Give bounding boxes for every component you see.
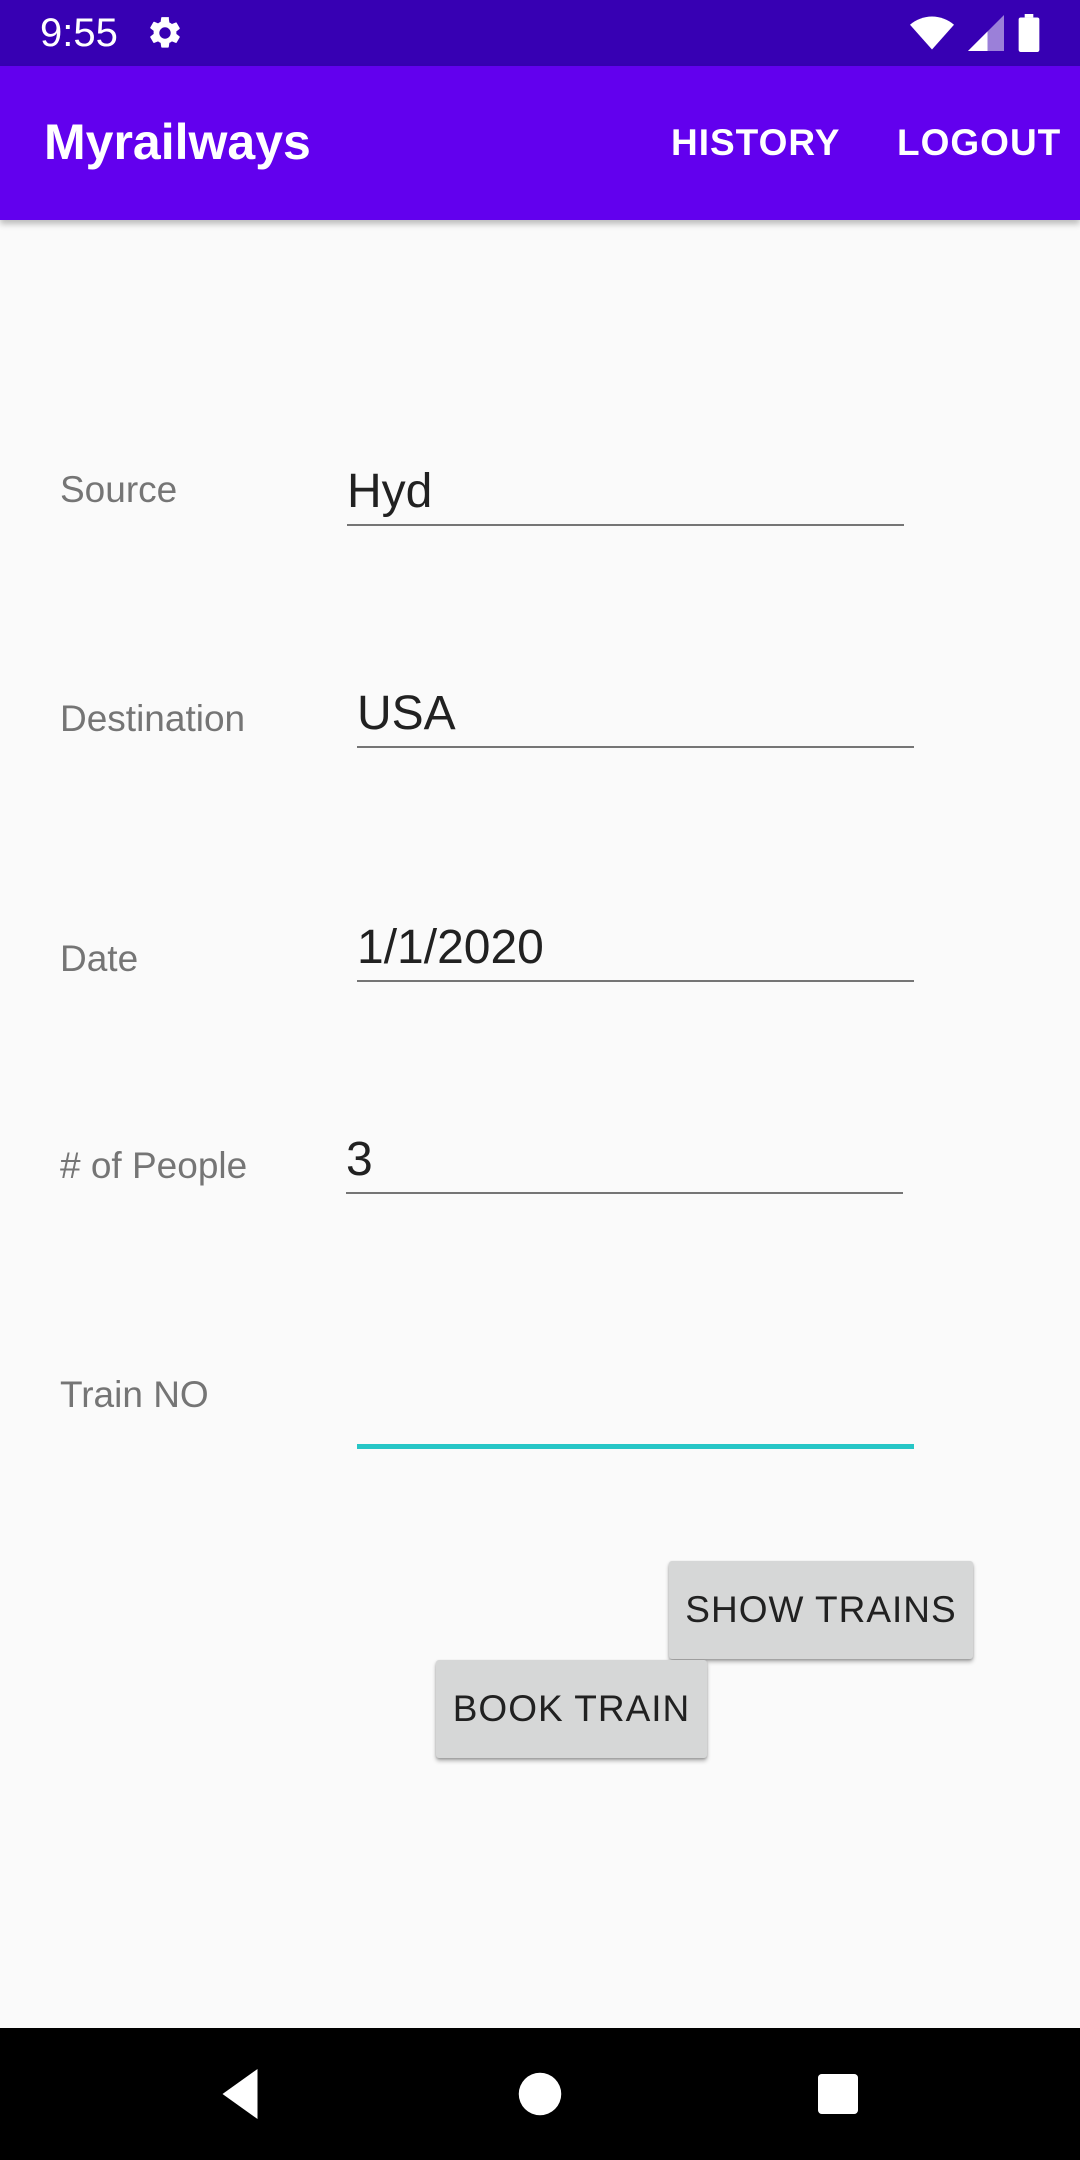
source-input[interactable]: Hyd (347, 460, 904, 526)
destination-input[interactable]: USA (357, 682, 914, 748)
wifi-icon (910, 16, 954, 50)
history-button[interactable]: HISTORY (671, 120, 840, 166)
logout-button[interactable]: LOGOUT (897, 120, 1061, 166)
source-label: Source (60, 469, 178, 510)
battery-icon (1018, 14, 1040, 52)
app-bar: Myrailways HISTORY LOGOUT (0, 66, 1080, 220)
gear-icon (150, 17, 180, 48)
status-bar: 9:55 (0, 0, 1080, 66)
date-input[interactable]: 1/1/2020 (357, 916, 914, 982)
back-icon[interactable] (210, 2064, 270, 2124)
status-time: 9:55 (40, 11, 118, 55)
home-icon[interactable] (510, 2064, 570, 2124)
people-label: # of People (60, 1145, 248, 1186)
status-icons (910, 14, 1040, 52)
navigation-bar (0, 2028, 1080, 2160)
people-input[interactable]: 3 (346, 1128, 903, 1194)
train-no-label: Train NO (60, 1374, 209, 1415)
train-no-input[interactable] (357, 1380, 914, 1449)
date-label: Date (60, 938, 139, 979)
app-title: Myrailways (44, 114, 311, 170)
recents-icon[interactable] (808, 2064, 868, 2124)
book-train-button[interactable]: BOOK TRAIN (436, 1660, 707, 1758)
show-trains-button[interactable]: SHOW TRAINS (669, 1561, 973, 1659)
destination-label: Destination (60, 698, 246, 739)
signal-icon (968, 15, 1004, 51)
